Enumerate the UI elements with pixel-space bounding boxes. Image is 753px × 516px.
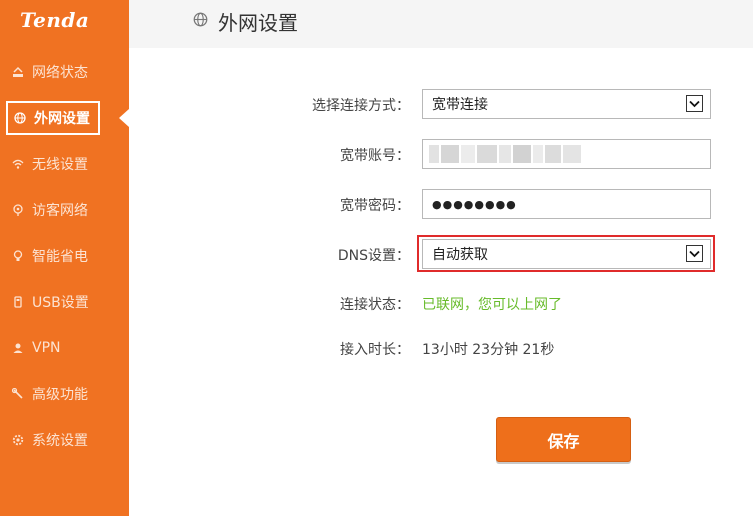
sidebar-item-label: VPN — [32, 340, 61, 356]
active-item-arrow — [119, 109, 129, 127]
connection-status-text: 已联网，您可以上网了 — [422, 297, 562, 313]
sidebar-item-network-status[interactable]: 网络状态 — [0, 55, 129, 89]
sidebar-item-advanced[interactable]: 高级功能 — [0, 377, 129, 411]
sidebar-item-label: 访客网络 — [32, 203, 88, 219]
wifi-icon — [12, 158, 24, 170]
tenda-logo: Tenda — [20, 8, 90, 32]
sidebar-item-label: 智能省电 — [32, 249, 88, 265]
bulb-icon — [12, 250, 24, 262]
gear-icon — [12, 434, 24, 446]
sidebar-item-wan-settings[interactable]: 外网设置 — [0, 101, 129, 135]
connection-type-label: 选择连接方式： — [312, 98, 410, 114]
globe-icon — [193, 12, 208, 31]
sidebar-item-system[interactable]: 系统设置 — [0, 423, 129, 457]
sidebar-item-vpn[interactable]: VPN — [0, 331, 129, 365]
status-label: 连接状态： — [340, 297, 410, 313]
save-button[interactable]: 保存 — [496, 417, 631, 462]
connection-type-select[interactable]: 宽带连接 — [422, 89, 711, 119]
dns-highlight-box — [417, 235, 715, 272]
sidebar: Tenda 网络状态 外网设置 无线设置 访客网络 智能省电 USB设置 VPN… — [0, 0, 129, 516]
active-item-frame — [6, 101, 100, 135]
sidebar-item-label: 无线设置 — [32, 157, 88, 173]
network-status-icon — [12, 66, 24, 78]
account-input[interactable] — [422, 139, 711, 169]
account-label: 宽带账号： — [340, 148, 410, 164]
sidebar-item-guest-network[interactable]: 访客网络 — [0, 193, 129, 227]
connection-type-value: 宽带连接 — [432, 97, 488, 113]
wrench-icon — [12, 388, 24, 400]
password-value: ●●●●●●●● — [432, 197, 517, 211]
vpn-icon — [12, 342, 24, 354]
sidebar-item-label: 网络状态 — [32, 65, 88, 81]
sidebar-item-label: 高级功能 — [32, 387, 88, 403]
sidebar-item-power-saving[interactable]: 智能省电 — [0, 239, 129, 273]
password-label: 宽带密码： — [340, 198, 410, 214]
sidebar-item-label: USB设置 — [32, 295, 89, 311]
page-header: 外网设置 — [129, 0, 753, 48]
duration-label: 接入时长： — [340, 342, 410, 358]
page-title: 外网设置 — [218, 11, 298, 35]
chevron-down-icon[interactable] — [686, 95, 703, 112]
usb-icon — [12, 296, 24, 308]
redacted-account — [429, 145, 581, 163]
sidebar-item-wireless[interactable]: 无线设置 — [0, 147, 129, 181]
password-input[interactable]: ●●●●●●●● — [422, 189, 711, 219]
sidebar-item-usb[interactable]: USB设置 — [0, 285, 129, 319]
dns-label: DNS设置： — [337, 248, 410, 264]
connection-duration-text: 13小时 23分钟 21秒 — [422, 342, 555, 358]
guest-icon — [12, 204, 24, 216]
sidebar-item-label: 系统设置 — [32, 433, 88, 449]
